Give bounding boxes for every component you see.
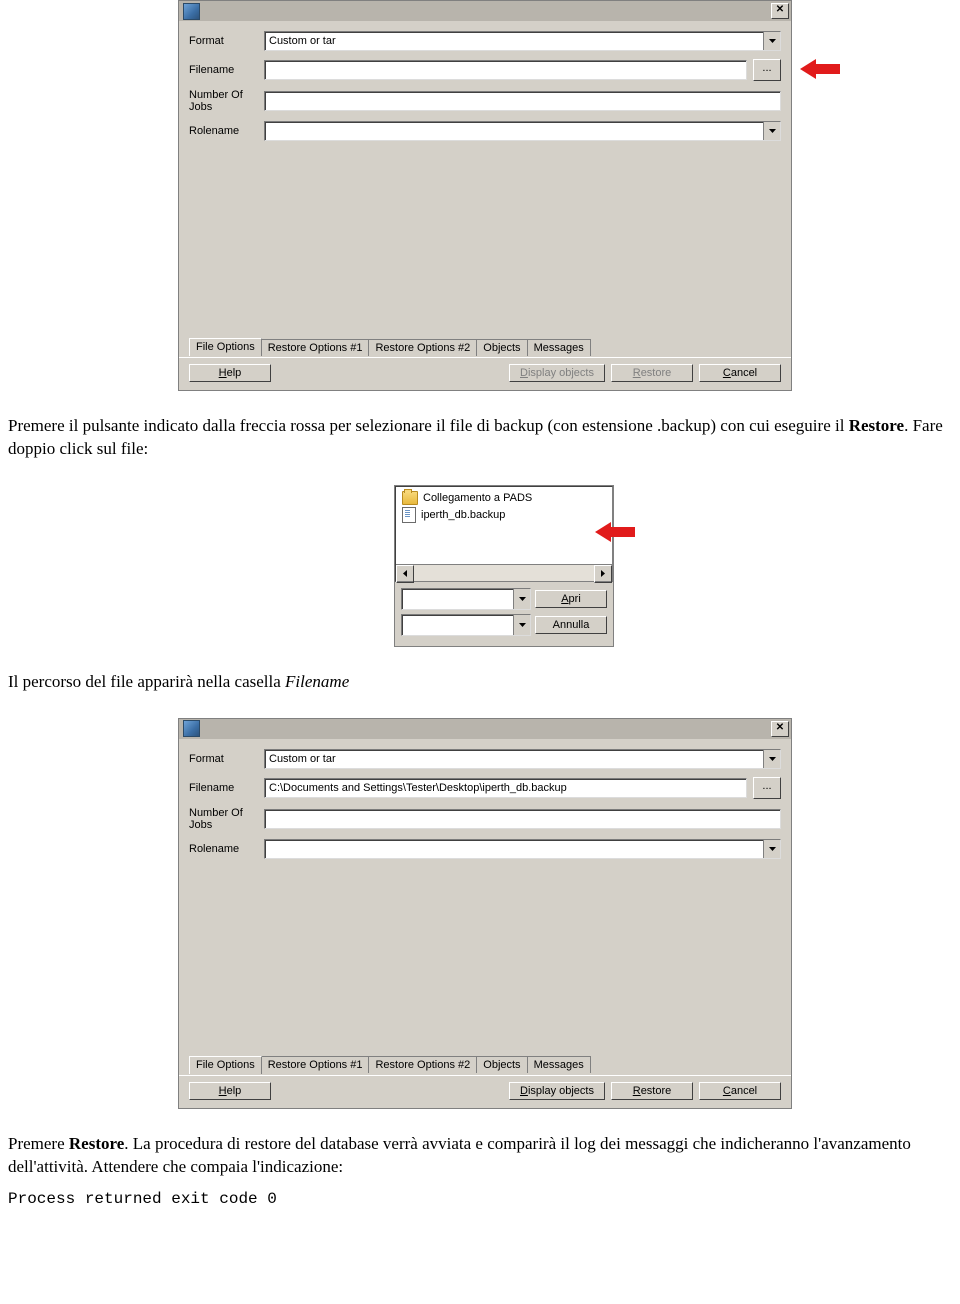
annotation-arrow-icon: [800, 60, 840, 78]
restore-dialog-2: ✕ Format Custom or tar Filename C:\Docum…: [178, 718, 792, 1109]
tab-objects[interactable]: Objects: [476, 339, 527, 356]
annotation-arrow-icon: [595, 523, 635, 541]
list-item[interactable]: iperth_db.backup: [402, 507, 606, 523]
rolename-label: Rolename: [189, 125, 264, 137]
display-objects-button[interactable]: Display objects: [509, 1082, 605, 1100]
tab-restore-options-2[interactable]: Restore Options #2: [368, 1056, 477, 1073]
app-icon: [183, 3, 200, 20]
footer: Help Display objects Restore Cancel: [179, 1075, 791, 1108]
form-area: Format Custom or tar Filename ... Number…: [179, 21, 791, 337]
tabs: File Options Restore Options #1 Restore …: [179, 337, 791, 357]
code-output: Process returned exit code 0: [8, 1189, 952, 1211]
app-icon: [183, 720, 200, 737]
chevron-down-icon[interactable]: [513, 615, 530, 635]
chevron-down-icon[interactable]: [763, 750, 780, 768]
filename-label: Filename: [189, 64, 264, 76]
list-item[interactable]: Collegamento a PADS: [402, 491, 606, 505]
file-list: Collegamento a PADS iperth_db.backup: [395, 486, 613, 582]
format-value: Custom or tar: [269, 35, 336, 47]
footer: Help Display objects Restore Cancel: [179, 357, 791, 390]
rolename-select[interactable]: [264, 121, 781, 141]
text-bold: Restore: [69, 1134, 124, 1153]
scrollbar-horizontal[interactable]: [396, 564, 612, 581]
text-span: Il percorso del file apparirà nella case…: [8, 672, 285, 691]
jobs-label: Number Of Jobs: [189, 89, 264, 113]
text-span: Premere il pulsante indicato dalla frecc…: [8, 416, 849, 435]
item-label: Collegamento a PADS: [423, 492, 532, 504]
close-icon[interactable]: ✕: [771, 3, 789, 19]
tab-restore-options-2[interactable]: Restore Options #2: [368, 339, 477, 356]
filename-value: C:\Documents and Settings\Tester\Desktop…: [269, 782, 567, 794]
display-objects-button: Display objects: [509, 364, 605, 382]
tab-file-options[interactable]: File Options: [189, 338, 262, 356]
text-italic: Filename: [285, 672, 349, 691]
instruction-text-1: Premere il pulsante indicato dalla frecc…: [0, 415, 960, 461]
document-icon: [402, 507, 416, 523]
format-label: Format: [189, 753, 264, 765]
jobs-field[interactable]: [264, 809, 781, 829]
cancel-button[interactable]: Cancel: [699, 1082, 781, 1100]
format-select[interactable]: Custom or tar: [264, 31, 781, 51]
tab-objects[interactable]: Objects: [476, 1056, 527, 1073]
tab-messages[interactable]: Messages: [527, 339, 591, 356]
restore-dialog-1: ✕ Format Custom or tar Filename ...: [178, 0, 792, 391]
chevron-down-icon[interactable]: [763, 122, 780, 140]
restore-button: Restore: [611, 364, 693, 382]
restore-button[interactable]: Restore: [611, 1082, 693, 1100]
filename-label: Filename: [189, 782, 264, 794]
tabs: File Options Restore Options #1 Restore …: [179, 1055, 791, 1075]
format-value: Custom or tar: [269, 753, 336, 765]
tab-restore-options-1[interactable]: Restore Options #1: [261, 339, 370, 356]
scroll-left-icon[interactable]: [396, 565, 414, 583]
browse-button[interactable]: ...: [753, 777, 781, 799]
text-bold: Restore: [849, 416, 904, 435]
chevron-down-icon[interactable]: [513, 589, 530, 609]
format-select[interactable]: Custom or tar: [264, 749, 781, 769]
titlebar: ✕: [179, 719, 791, 739]
titlebar: ✕: [179, 1, 791, 21]
jobs-label: Number Of Jobs: [189, 807, 264, 831]
form-area: Format Custom or tar Filename C:\Documen…: [179, 739, 791, 1055]
cancel-file-button[interactable]: Annulla: [535, 616, 607, 634]
filetype-select[interactable]: [401, 588, 531, 610]
text-span: . La procedura di restore del database v…: [8, 1134, 911, 1176]
file-open-dialog: Collegamento a PADS iperth_db.backup Apr…: [394, 485, 614, 647]
item-label: iperth_db.backup: [421, 509, 505, 521]
jobs-field[interactable]: [264, 91, 781, 111]
filename-field[interactable]: C:\Documents and Settings\Tester\Desktop…: [264, 778, 747, 798]
cancel-button[interactable]: Cancel: [699, 364, 781, 382]
filename-field[interactable]: [264, 60, 747, 80]
chevron-down-icon[interactable]: [763, 840, 780, 858]
open-button[interactable]: Apri: [535, 590, 607, 608]
rolename-select[interactable]: [264, 839, 781, 859]
folder-icon: [402, 491, 418, 505]
instruction-text-2: Il percorso del file apparirà nella case…: [0, 671, 960, 694]
rolename-label: Rolename: [189, 843, 264, 855]
tab-file-options[interactable]: File Options: [189, 1056, 262, 1074]
help-button[interactable]: Help: [189, 364, 271, 382]
help-button[interactable]: Help: [189, 1082, 271, 1100]
browse-button[interactable]: ...: [753, 59, 781, 81]
close-icon[interactable]: ✕: [771, 721, 789, 737]
scroll-right-icon[interactable]: [594, 565, 612, 583]
filter-select[interactable]: [401, 614, 531, 636]
tab-restore-options-1[interactable]: Restore Options #1: [261, 1056, 370, 1073]
text-span: Premere: [8, 1134, 69, 1153]
format-label: Format: [189, 35, 264, 47]
chevron-down-icon[interactable]: [763, 32, 780, 50]
instruction-text-3: Premere Restore. La procedura di restore…: [0, 1133, 960, 1210]
tab-messages[interactable]: Messages: [527, 1056, 591, 1073]
